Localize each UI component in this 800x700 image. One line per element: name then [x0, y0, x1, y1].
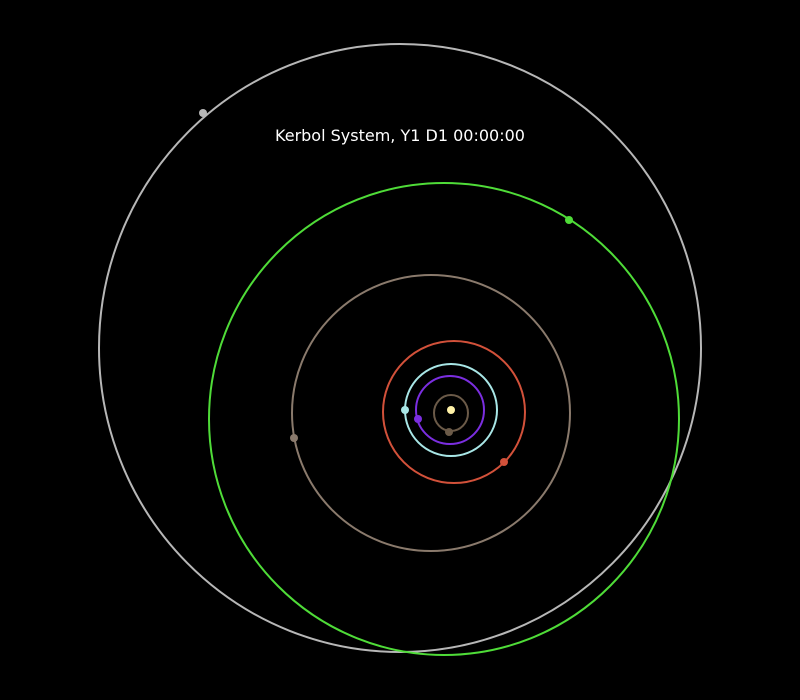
- orbit-diagram: Kerbol System, Y1 D1 00:00:00: [0, 0, 800, 700]
- background: [0, 0, 800, 700]
- planet-jool: [565, 216, 573, 224]
- planet-moho: [445, 428, 453, 436]
- planet-eve: [414, 415, 422, 423]
- planet-dres: [290, 434, 298, 442]
- diagram-title: Kerbol System, Y1 D1 00:00:00: [275, 126, 525, 145]
- sun-kerbol: [447, 406, 455, 414]
- planet-kerbin: [401, 406, 409, 414]
- planet-duna: [500, 458, 508, 466]
- planet-eeloo: [199, 109, 207, 117]
- orbit-canvas: Kerbol System, Y1 D1 00:00:00: [0, 0, 800, 700]
